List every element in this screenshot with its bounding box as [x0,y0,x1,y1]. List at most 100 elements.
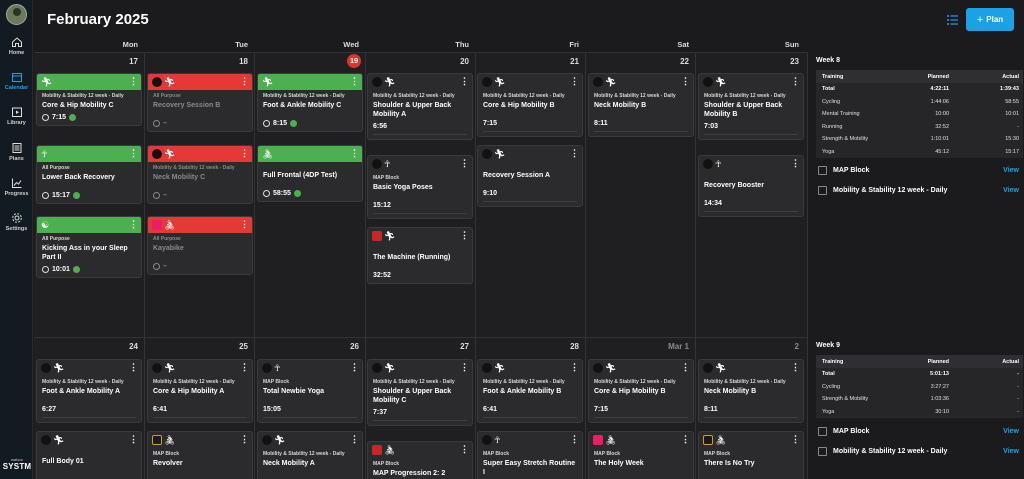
more-options-icon[interactable]: ⋮ [791,75,800,87]
workout-card[interactable]: 🏃︎ ⋮ The Machine (Running) 32:52 [367,227,473,284]
more-options-icon[interactable]: ⋮ [350,361,359,373]
workout-card[interactable]: 🚴︎ ⋮ Full Frontal (4DP Test) 58:55 [257,145,363,202]
workout-card[interactable]: 🏃︎ ⋮ Mobility & Stability 12 week - Daily… [698,359,804,423]
avatar[interactable] [6,4,27,25]
wahoo-logo-icon [593,363,603,373]
more-options-icon[interactable]: ⋮ [681,75,690,87]
more-options-icon[interactable]: ⋮ [460,157,469,169]
view-plan-link[interactable]: View [1003,448,1019,455]
workout-card[interactable]: 🚴︎ ⋮ All Purpose Kayabike – [147,216,253,275]
workout-card[interactable]: 🏃︎ ⋮ Mobility & Stability 12 week - Daily… [477,73,583,137]
page-title: February 2025 [47,11,149,28]
plan-checkbox[interactable] [818,447,827,456]
more-options-icon[interactable]: ⋮ [240,218,249,230]
card-divider [704,417,798,418]
workout-card[interactable]: 🏃︎ ⋮ Mobility & Stability 12 week - Daily… [367,359,473,426]
workout-card[interactable]: 🏃︎ ⋮ Mobility & Stability 12 week - Daily… [36,73,142,126]
workout-card[interactable]: 🏃︎ ⋮ Mobility & Stability 12 week - Daily… [477,359,583,423]
more-options-icon[interactable]: ⋮ [681,433,690,445]
plan-row: MAP Block View [816,424,1023,440]
workout-card[interactable]: 🚴︎ ⋮ MAP Block MAP Progression 2: 2 [367,441,473,479]
running-icon: 🏃︎ [384,231,396,241]
more-options-icon[interactable]: ⋮ [570,75,579,87]
more-options-icon[interactable]: ⋮ [129,361,138,373]
more-options-icon[interactable]: ⋮ [570,361,579,373]
more-options-icon[interactable]: ⋮ [350,433,359,445]
grid-divider [34,52,808,53]
nav-item-library[interactable]: Library [0,106,33,136]
nav-item-calendar[interactable]: Calendar [0,71,33,101]
more-options-icon[interactable]: ⋮ [460,75,469,87]
workout-card[interactable]: 🏃︎ ⋮ Recovery Session A 9:10 [477,145,583,207]
workout-card[interactable]: 🏃︎ ⋮ Mobility & Stability 12 week - Daily… [36,359,142,423]
workout-card[interactable]: ☥ ⋮ Recovery Booster 14:34 [698,155,804,217]
more-options-icon[interactable]: ⋮ [460,229,469,241]
mental-training-icon: ☯ [41,220,50,230]
more-options-icon[interactable]: ⋮ [129,218,138,230]
cycling-icon: 🚴︎ [164,435,176,445]
more-options-icon[interactable]: ⋮ [681,361,690,373]
wahoo-logo-icon [482,363,492,373]
workout-card[interactable]: 🏃︎ ⋮ Mobility & Stability 12 week - Daily… [588,73,694,137]
workout-card[interactable]: 🏃︎ ⋮ All Purpose Recovery Session B – [147,73,253,132]
day-header-sun: Sun [784,40,799,49]
plan-checkbox[interactable] [818,427,827,436]
clock-icon [42,192,49,199]
more-options-icon[interactable]: ⋮ [129,75,138,87]
nav-item-plans[interactable]: Plans [0,142,33,172]
workout-card[interactable]: ☯ ⋮ All Purpose Kicking Ass in your Sleep … [36,216,142,278]
workout-card[interactable]: 🏃︎ ⋮ Mobility & Stability 12 week - Daily… [367,73,473,140]
more-options-icon[interactable]: ⋮ [460,361,469,373]
workout-card[interactable]: ☥ ⋮ MAP Block Total Newbie Yoga 15:05 [257,359,363,423]
plan-checkbox[interactable] [818,186,827,195]
more-options-icon[interactable]: ⋮ [570,433,579,445]
more-options-icon[interactable]: ⋮ [350,75,359,87]
workout-card[interactable]: ☥ ⋮ MAP Block Super Easy Stretch Routine I [477,431,583,479]
workout-card[interactable]: ☥ ⋮ MAP Block Basic Yoga Poses 15:12 [367,155,473,219]
week-summary-panel: Week 8 Training Planned Actual Total 4:22:1… [809,52,1024,337]
more-options-icon[interactable]: ⋮ [129,147,138,159]
more-options-icon[interactable]: ⋮ [791,157,800,169]
more-options-icon[interactable]: ⋮ [240,361,249,373]
workout-card[interactable]: ☥ ⋮ All Purpose Lower Back Recovery 15:17 [36,145,142,204]
more-options-icon[interactable]: ⋮ [460,443,469,455]
more-options-icon[interactable]: ⋮ [240,75,249,87]
cycling-icon: 🚴︎ [384,445,396,455]
workout-card[interactable]: 🏃︎ ⋮ Mobility & Stability 12 week - Daily… [147,359,253,423]
workout-card[interactable]: 🚴︎ ⋮ MAP Block Revolver [147,431,253,479]
wahoo-logo-icon [41,435,51,445]
nav-item-home[interactable]: Home [0,36,33,66]
more-options-icon[interactable]: ⋮ [129,433,138,445]
workout-card[interactable]: 🚴︎ ⋮ MAP Block There Is No Try [698,431,804,479]
more-options-icon[interactable]: ⋮ [791,361,800,373]
list-view-icon[interactable] [946,13,960,27]
more-options-icon[interactable]: ⋮ [791,433,800,445]
nav-label: Calendar [4,85,29,91]
workout-title: Core & Hip Mobility B [483,102,555,109]
nav-item-settings[interactable]: Settings [0,212,33,242]
workout-card[interactable]: 🏃︎ ⋮ Mobility & Stability 12 week - Daily… [147,145,253,204]
nav-item-progress[interactable]: Progress [0,177,33,207]
more-options-icon[interactable]: ⋮ [240,147,249,159]
workout-card[interactable]: 🏃︎ ⋮ Mobility & Stability 12 week - Daily… [588,359,694,423]
workout-title: MAP Progression 2: 2 [373,470,446,477]
workout-card[interactable]: 🚴︎ ⋮ MAP Block The Holy Week [588,431,694,479]
plan-checkbox[interactable] [818,166,827,175]
more-options-icon[interactable]: ⋮ [350,147,359,159]
view-plan-link[interactable]: View [1003,428,1019,435]
view-plan-link[interactable]: View [1003,187,1019,194]
clock-icon [42,114,49,121]
more-options-icon[interactable]: ⋮ [240,433,249,445]
strength-icon: 🏃︎ [164,363,176,373]
yoga-icon: ☥ [494,435,501,445]
workout-card[interactable]: 🏃︎ ⋮ Full Body 01 [36,431,142,479]
cycling-icon: 🚴︎ [164,220,176,230]
view-plan-link[interactable]: View [1003,167,1019,174]
strength-icon: 🏃︎ [605,77,617,87]
add-plan-button[interactable]: + Plan [966,8,1014,31]
grid-divider [475,52,476,479]
workout-card[interactable]: 🏃︎ ⋮ Mobility & Stability 12 week - Daily… [698,73,804,140]
workout-card[interactable]: 🏃︎ ⋮ Mobility & Stability 12 week - Daily… [257,73,363,132]
workout-card[interactable]: 🏃︎ ⋮ Mobility & Stability 12 week - Daily… [257,431,363,479]
more-options-icon[interactable]: ⋮ [570,147,579,159]
